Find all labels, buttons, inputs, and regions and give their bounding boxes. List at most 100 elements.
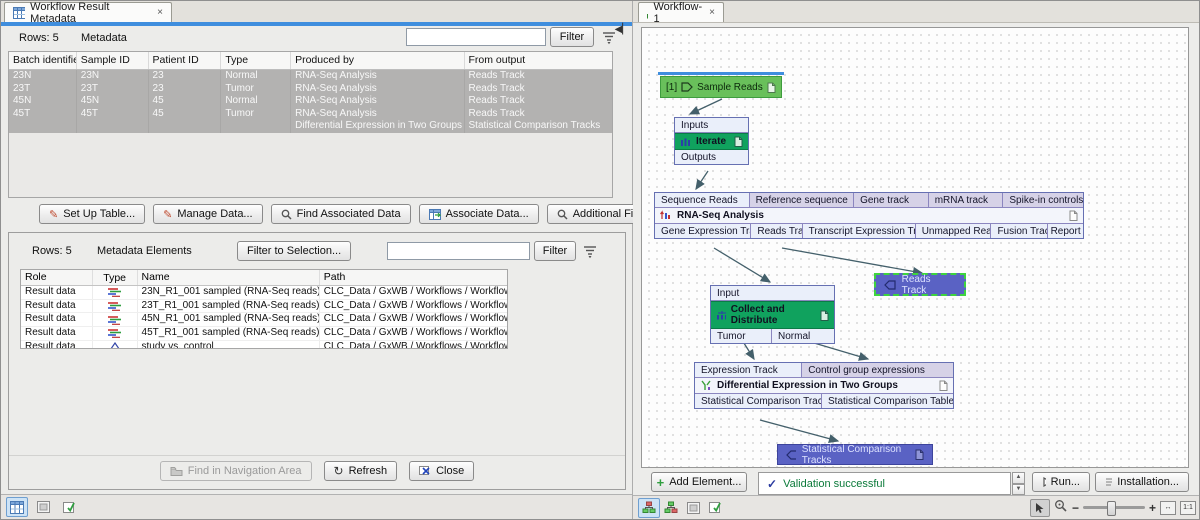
filter-to-selection-button[interactable]: Filter to Selection... — [237, 241, 351, 261]
advanced-filter-icon[interactable] — [601, 29, 617, 45]
elements-table[interactable]: Role Type Name Path Result data 23N_R1_0… — [20, 269, 508, 349]
output-cell[interactable]: Report — [1048, 224, 1083, 238]
output-cell[interactable]: Reads Track — [751, 224, 802, 238]
zoom-slider[interactable] — [1083, 506, 1145, 509]
document-icon[interactable] — [734, 136, 743, 147]
output-cell[interactable]: Gene Expression Track — [655, 224, 751, 238]
element-row[interactable]: Result data 45T_R1_001 sampled (RNA-Seq … — [21, 327, 507, 341]
table-view-icon[interactable] — [6, 497, 28, 517]
input-cell[interactable]: Expression Track — [695, 363, 802, 377]
table-row[interactable]: 45T45T45TumorRNA-Seq AnalysisReads Track — [9, 108, 612, 121]
input-cell[interactable]: Reference sequence — [750, 193, 855, 207]
metadata-table[interactable]: Batch identifier Sample ID Patient ID Ty… — [8, 51, 613, 198]
collect-header[interactable]: Collect and Distribute — [711, 301, 834, 329]
spinner-up-icon[interactable]: ▲ — [1012, 472, 1025, 484]
rna-seq-header[interactable]: RNA-Seq Analysis — [655, 208, 1083, 224]
iterate-inputs-cell[interactable]: Inputs — [675, 118, 748, 132]
node-iterate[interactable]: Inputs Iterate Outputs — [674, 117, 749, 165]
output-cell[interactable]: Statistical Comparison Tracks — [695, 394, 822, 408]
document-icon[interactable] — [820, 310, 829, 321]
elements-filter-input[interactable] — [387, 242, 530, 260]
cursor-tool-icon[interactable] — [1030, 499, 1050, 517]
close-button[interactable]: Close — [409, 461, 474, 481]
zoom-out-icon[interactable]: − — [1072, 502, 1079, 514]
output-cell[interactable]: Fusion Track — [991, 224, 1047, 238]
node-sample-reads[interactable]: [1] Sample Reads — [660, 76, 782, 98]
document-icon[interactable] — [915, 449, 924, 460]
column-header[interactable]: Name — [138, 270, 320, 285]
column-header[interactable]: Role — [21, 270, 93, 285]
table-row[interactable]: Differential Expression in Two GroupsSta… — [9, 120, 612, 133]
output-cell[interactable]: Unmapped Reads — [916, 224, 992, 238]
installation-button[interactable]: Installation... — [1095, 472, 1189, 492]
run-button[interactable]: Run... — [1032, 472, 1090, 492]
column-header[interactable]: Type — [93, 270, 138, 285]
input-cell[interactable]: Input — [711, 286, 834, 300]
input-pentagon-icon — [681, 82, 693, 92]
workflow-edit-icon[interactable] — [660, 498, 682, 518]
output-cell[interactable]: Statistical Comparison Tables — [822, 394, 953, 408]
diff-exp-header[interactable]: Differential Expression in Two Groups — [695, 378, 953, 394]
element-row[interactable]: Result data 23N_R1_001 sampled (RNA-Seq … — [21, 286, 507, 300]
refresh-button[interactable]: ↻Refresh — [324, 461, 398, 481]
output-cell[interactable]: Transcript Expression Track — [803, 224, 916, 238]
find-associated-data-button[interactable]: Find Associated Data — [271, 204, 411, 224]
column-header[interactable]: Produced by — [291, 52, 464, 69]
input-cell[interactable]: Gene track — [854, 193, 929, 207]
column-header[interactable]: From output — [465, 52, 613, 69]
input-cell[interactable]: Sequence Reads — [655, 193, 750, 207]
add-element-button[interactable]: +Add Element... — [651, 472, 747, 492]
tab-workflow-result-metadata[interactable]: Workflow Result Metadata × — [4, 2, 172, 22]
column-header[interactable]: Sample ID — [77, 52, 149, 69]
input-cell[interactable]: Control group expressions — [802, 363, 953, 377]
iterate-header[interactable]: Iterate — [675, 133, 748, 150]
node-collect-and-distribute[interactable]: Input Collect and Distribute Tumor Norma… — [710, 285, 835, 344]
input-cell[interactable]: Spike-in controls — [1003, 193, 1083, 207]
node-reads-track-output[interactable]: Reads Track — [874, 273, 966, 296]
grid-view-icon[interactable] — [682, 498, 704, 518]
zoom-in-icon[interactable]: + — [1149, 502, 1156, 514]
tab-close-icon[interactable]: × — [709, 7, 715, 18]
zoom-slider-handle[interactable] — [1107, 501, 1116, 516]
table-row[interactable]: 23N23N23NormalRNA-Seq AnalysisReads Trac… — [9, 70, 612, 83]
validate-workflow-icon[interactable] — [704, 498, 726, 518]
table-row[interactable]: 45N45N45NormalRNA-Seq AnalysisReads Trac… — [9, 95, 612, 108]
document-icon[interactable] — [939, 380, 948, 391]
icon-view-icon[interactable] — [32, 497, 54, 517]
workflow-view-icon[interactable] — [638, 498, 660, 518]
spinner-down-icon[interactable]: ▼ — [1012, 484, 1025, 496]
element-row[interactable]: Result data 23T_R1_001 sampled (RNA-Seq … — [21, 300, 507, 314]
fit-width-icon[interactable]: ↔ — [1160, 501, 1176, 515]
input-cell[interactable]: mRNA track — [929, 193, 1004, 207]
tab-close-icon[interactable]: × — [157, 7, 163, 18]
column-header[interactable]: Patient ID — [149, 52, 222, 69]
metadata-filter-input[interactable] — [406, 28, 546, 46]
tab-workflow-1[interactable]: Workflow-1 × — [638, 2, 724, 22]
show-element-info-icon[interactable] — [58, 497, 80, 517]
document-icon[interactable] — [767, 82, 776, 93]
element-row[interactable]: Result data study vs. control CLC_Data /… — [21, 341, 507, 349]
set-up-table-button[interactable]: ✎Set Up Table... — [39, 204, 145, 224]
node-differential-expression[interactable]: Expression Track Control group expressio… — [694, 362, 954, 409]
column-header[interactable]: Path — [320, 270, 507, 285]
associate-data-button[interactable]: Associate Data... — [419, 204, 539, 224]
find-in-navigation-area-button[interactable]: Find in Navigation Area — [160, 461, 312, 481]
column-header[interactable]: Batch identifier — [9, 52, 77, 69]
advanced-filter-icon[interactable] — [582, 243, 598, 259]
output-cell[interactable]: Tumor — [711, 329, 772, 343]
node-statistical-comparison-tracks-output[interactable]: Statistical Comparison Tracks — [777, 444, 933, 465]
workflow-canvas[interactable]: [1] Sample Reads Inputs Iterate Outputs … — [641, 27, 1189, 468]
column-header[interactable]: Type — [221, 52, 291, 69]
metadata-filter-button[interactable]: Filter — [550, 27, 594, 47]
zoom-100-icon[interactable]: 1:1 — [1180, 501, 1196, 515]
manage-data-button[interactable]: ✎Manage Data... — [153, 204, 262, 224]
output-cell[interactable]: Normal — [772, 329, 834, 343]
iteration-badge: [1] — [666, 82, 677, 93]
table-row[interactable]: 23T23T23TumorRNA-Seq AnalysisReads Track — [9, 83, 612, 96]
elements-filter-button[interactable]: Filter — [534, 241, 576, 261]
zoom-tool-icon[interactable] — [1054, 499, 1068, 517]
document-icon[interactable] — [1069, 210, 1078, 221]
element-row[interactable]: Result data 45N_R1_001 sampled (RNA-Seq … — [21, 313, 507, 327]
node-rna-seq-analysis[interactable]: Sequence Reads Reference sequence Gene t… — [654, 192, 1084, 239]
iterate-outputs-cell[interactable]: Outputs — [675, 150, 748, 164]
